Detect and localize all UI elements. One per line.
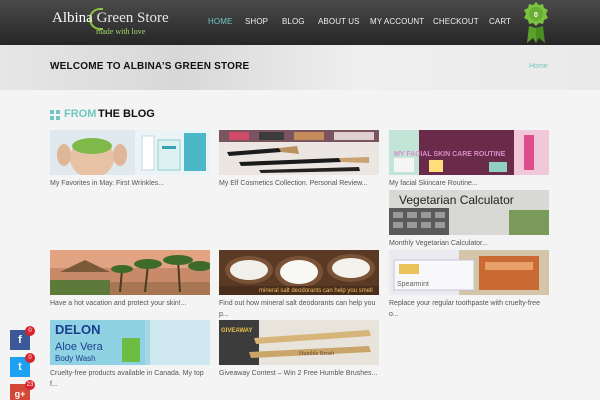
logo-name-part1: Albina — [52, 10, 93, 26]
nav-item-my-account[interactable]: MY ACCOUNT — [370, 17, 424, 26]
post-thumbnail-mineral-salt[interactable]: mineral salt deodorants can help you sme… — [219, 250, 379, 295]
share-twitter-button[interactable]: t 0 — [10, 353, 35, 377]
post-image-text-body-wash: Body Wash — [55, 354, 96, 363]
share-count-google-plus: 23 — [25, 380, 35, 390]
post-thumbnail-giveaway[interactable]: GIVEAWAY Humble Brush — [219, 320, 379, 365]
post-image-text-humble-brush: Humble Brush — [299, 351, 334, 357]
post-thumbnail-cruelty-free-canada[interactable]: DELON Aloe Vera Body Wash — [50, 320, 210, 365]
post-title-cruelty-free-canada[interactable]: Cruelty-free products available in Canad… — [50, 368, 212, 390]
logo-text: Albina Green Store — [52, 10, 169, 27]
nav-item-shop[interactable]: SHOP — [245, 17, 268, 26]
site-logo[interactable]: Albina Green Store made with love — [52, 8, 169, 40]
share-count-facebook: 0 — [25, 326, 35, 336]
post-thumbnail-favorites[interactable] — [50, 130, 210, 175]
post-title-skincare-routine[interactable]: My facial Skincare Routine... — [389, 178, 551, 189]
share-facebook-button[interactable]: f 0 — [10, 326, 35, 350]
page-title: WELCOME TO ALBINA’S GREEN STORE — [50, 61, 250, 72]
post-title-favorites[interactable]: My Favorites in May. First Wrinkles... — [50, 178, 212, 189]
nav-item-home[interactable]: HOME — [208, 17, 232, 26]
nav-item-blog[interactable]: BLOG — [282, 17, 305, 26]
post-title-mineral-salt[interactable]: Find out how mineral salt deodorants can… — [219, 298, 381, 320]
post-title-toothpaste[interactable]: Replace your regular toothpaste with cru… — [389, 298, 551, 320]
post-image-text-aloe-vera: Aloe Vera — [55, 341, 104, 353]
post-title-vegetarian-calculator[interactable]: Monthly Vegetarian Calculator... — [389, 238, 551, 249]
post-thumbnail-toothpaste[interactable]: Spearmint — [389, 250, 549, 295]
cart-badge-icon[interactable]: 0 — [519, 0, 553, 44]
share-count-twitter: 0 — [25, 353, 35, 363]
nav-item-cart[interactable]: CART — [489, 17, 511, 26]
heading-the-blog: THE BLOG — [98, 108, 155, 120]
site-header: Albina Green Store made with love HOME S… — [0, 0, 600, 45]
logo-tagline: made with love — [96, 27, 146, 36]
nav-item-about-us[interactable]: ABOUT US — [318, 17, 360, 26]
post-thumbnail-skincare-routine[interactable]: MY FACIAL SKIN CARE ROUTINE — [389, 130, 549, 175]
post-thumbnail-elf-cosmetics[interactable] — [219, 130, 379, 175]
post-image-text-toothpaste: Spearmint — [397, 281, 429, 288]
post-title-giveaway[interactable]: Giveaway Contest – Win 2 Free Humble Bru… — [219, 368, 381, 379]
post-image-text-calculator: Vegetarian Calculator — [399, 193, 514, 207]
post-image-text-giveaway: GIVEAWAY — [221, 328, 252, 334]
nav-item-checkout[interactable]: CHECKOUT — [433, 17, 479, 26]
post-image-text-mineral-salt: mineral salt deodorants can help you sme… — [259, 288, 373, 294]
share-google-plus-button[interactable]: g+ 23 — [10, 380, 35, 400]
post-thumbnail-vegetarian-calculator[interactable]: Vegetarian Calculator — [389, 190, 549, 235]
breadcrumb-home[interactable]: Home — [529, 63, 548, 70]
heading-from: FROM — [64, 108, 97, 120]
cart-count: 0 — [534, 12, 538, 19]
logo-name-part2: Green Store — [96, 10, 169, 26]
post-title-elf-cosmetics[interactable]: My Elf Cosmetics Collection. Personal Re… — [219, 178, 381, 189]
post-thumbnail-hot-vacation[interactable] — [50, 250, 210, 295]
post-image-text-skincare: MY FACIAL SKIN CARE ROUTINE — [394, 151, 506, 158]
grid-icon — [50, 110, 60, 120]
post-image-text-delon: DELON — [55, 322, 101, 337]
post-title-hot-vacation[interactable]: Have a hot vacation and protect your ski… — [50, 298, 212, 309]
